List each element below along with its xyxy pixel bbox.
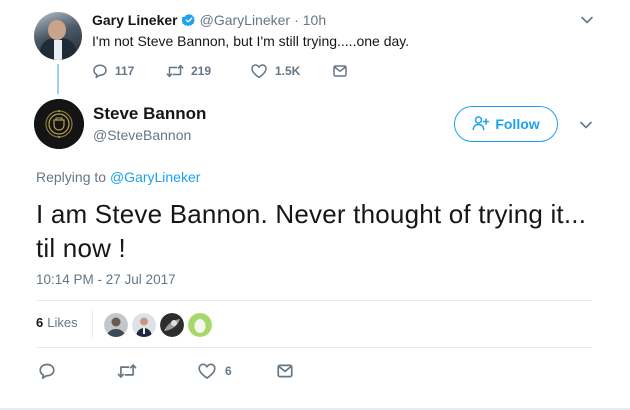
parent-author-handle[interactable]: @GaryLineker — [200, 12, 290, 28]
tweet-timestamp[interactable]: 10:14 PM - 27 Jul 2017 — [36, 272, 176, 287]
parent-tweet-actions: 117 219 1.5K — [92, 63, 348, 79]
replying-to-prefix: Replying to — [36, 169, 107, 185]
likes-label: Likes — [47, 315, 78, 330]
parent-reply-count: 117 — [115, 64, 135, 78]
follow-button[interactable]: Follow — [454, 106, 558, 142]
verified-badge-icon — [180, 13, 196, 27]
main-author-handle[interactable]: @SteveBannon — [93, 127, 191, 143]
replying-to-line: Replying to @GaryLineker — [36, 169, 200, 185]
reply-icon — [38, 362, 56, 380]
retweet-icon — [117, 362, 137, 380]
parent-more-chevron-down-icon[interactable] — [579, 12, 595, 28]
liker-avatar[interactable] — [132, 313, 156, 337]
parent-author-avatar[interactable] — [34, 12, 82, 60]
like-button[interactable]: 6 — [197, 362, 232, 380]
likes-count: 6 — [36, 315, 44, 330]
liker-avatar[interactable] — [104, 313, 128, 337]
liker-avatar[interactable] — [188, 313, 212, 337]
main-more-chevron-down-icon[interactable] — [578, 117, 594, 133]
parent-direct-message-button[interactable] — [332, 63, 348, 79]
parent-tweet-header: Gary Lineker @GaryLineker · 10h — [92, 12, 326, 28]
envelope-icon — [276, 362, 294, 380]
reply-button[interactable] — [38, 362, 56, 380]
envelope-icon — [332, 63, 348, 79]
retweet-button[interactable] — [117, 362, 137, 380]
divider-top — [36, 300, 592, 301]
heart-icon — [250, 63, 268, 79]
like-count: 6 — [225, 364, 232, 378]
reply-icon — [92, 63, 108, 79]
replying-to-handle-link[interactable]: @GaryLineker — [110, 169, 200, 185]
parent-retweet-button[interactable]: 219 — [166, 63, 250, 79]
likes-separator — [92, 309, 93, 339]
parent-tweet-time[interactable]: 10h — [303, 12, 326, 28]
divider-bottom — [36, 347, 592, 348]
add-user-icon — [472, 115, 495, 134]
parent-author-name[interactable]: Gary Lineker — [92, 12, 178, 28]
likes-summary[interactable]: 6 Likes — [36, 315, 78, 330]
header-separator: · — [294, 12, 299, 28]
parent-like-count: 1.5K — [275, 64, 301, 78]
heart-icon — [197, 362, 217, 380]
liker-avatar[interactable] — [160, 313, 184, 337]
direct-message-button[interactable] — [276, 362, 294, 380]
parent-tweet-text: I'm not Steve Bannon, but I'm still tryi… — [92, 33, 410, 49]
follow-button-label: Follow — [495, 116, 540, 132]
thread-connector-line — [57, 64, 59, 94]
retweet-icon — [166, 63, 184, 79]
parent-reply-button[interactable]: 117 — [92, 63, 166, 79]
main-author-name[interactable]: Steve Bannon — [93, 104, 206, 124]
main-author-avatar[interactable] — [34, 99, 84, 149]
parent-retweet-count: 219 — [191, 64, 212, 78]
main-tweet-actions: 6 — [0, 362, 630, 382]
main-tweet-text: I am Steve Bannon. Never thought of tryi… — [36, 199, 587, 263]
parent-like-button[interactable]: 1.5K — [250, 63, 332, 79]
